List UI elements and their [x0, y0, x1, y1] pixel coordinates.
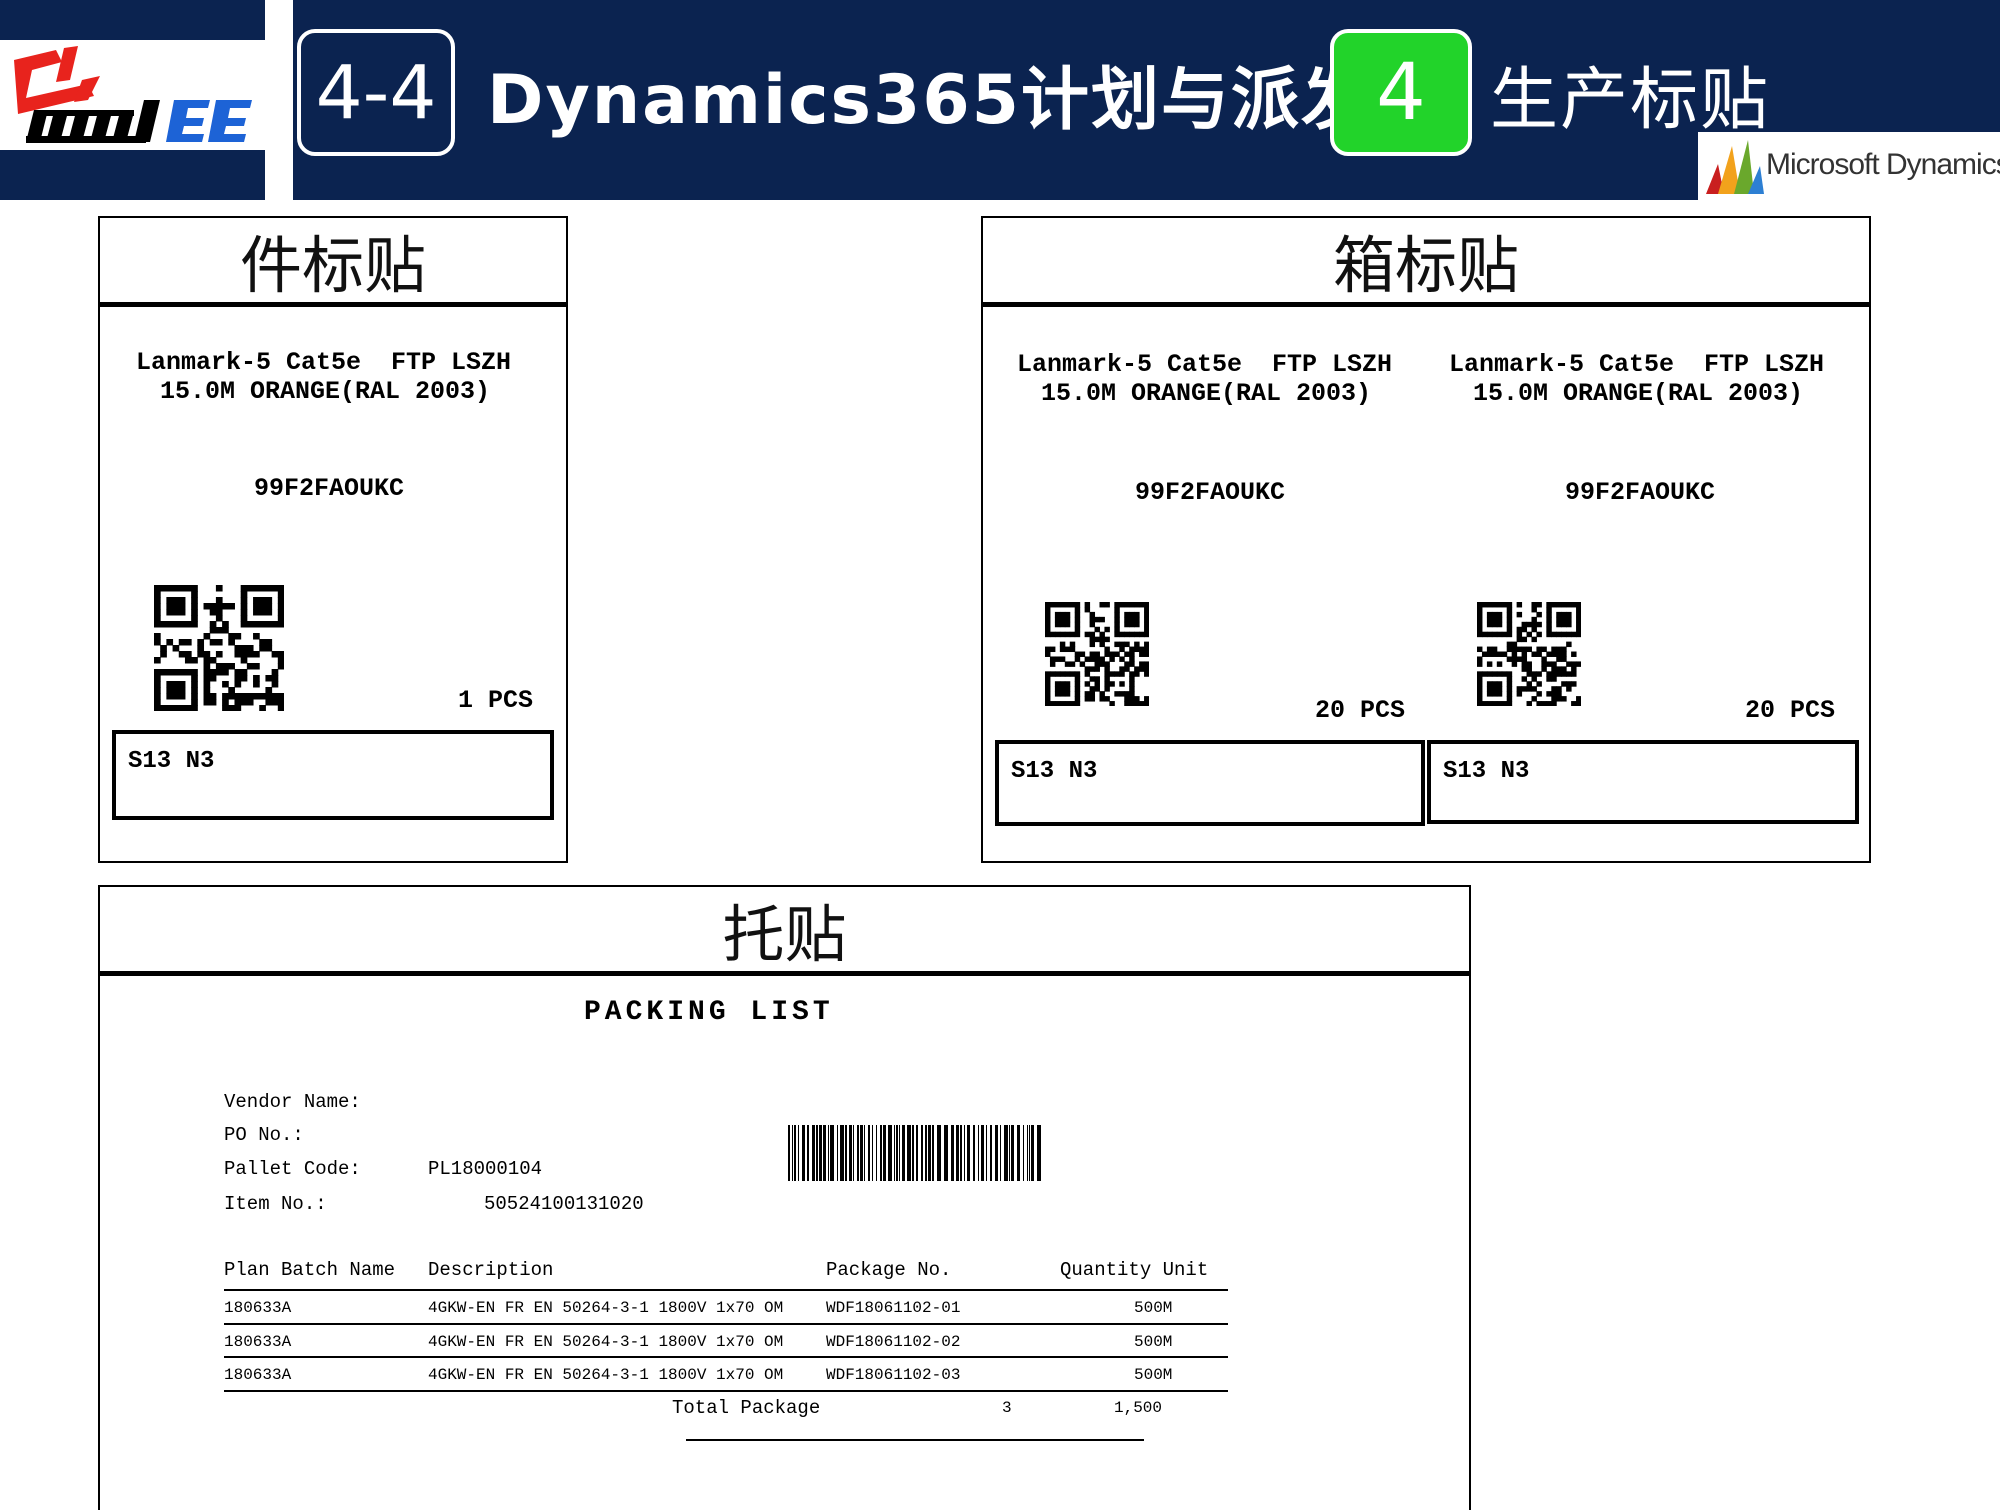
section-badge: 4-4 — [297, 29, 455, 156]
box-label-item1-line2: 15.0M ORANGE(RAL 2003) — [1041, 379, 1372, 408]
pallet-code-label: Pallet Code: — [224, 1158, 361, 1180]
company-logo-icon — [14, 46, 252, 143]
piece-label-card: 件标贴 Lanmark-5 Cat5e FTP LSZH 15.0M ORANG… — [98, 216, 568, 863]
col-header-description: Description — [428, 1259, 554, 1281]
piece-qr-code-icon — [154, 585, 285, 712]
piece-label-sn: S13 N3 — [128, 748, 215, 775]
box-qr-code-icon-2 — [1477, 602, 1582, 707]
box-label-item2-line2: 15.0M ORANGE(RAL 2003) — [1473, 379, 1804, 408]
piece-label-sn-box: S13 N3 — [112, 730, 554, 820]
box-label-title: 箱标贴 — [983, 218, 1869, 307]
table-rule-1 — [224, 1323, 1228, 1325]
pallet-label-title: 托贴 — [100, 887, 1469, 976]
barcode-icon — [788, 1125, 1044, 1181]
pallet-code-value: PL18000104 — [428, 1158, 543, 1180]
total-underline — [686, 1439, 1144, 1441]
row3-package: WDF18061102-03 — [826, 1366, 961, 1384]
packing-list-heading: PACKING LIST — [584, 997, 834, 1028]
po-no-label: PO No.: — [224, 1124, 304, 1146]
piece-label-qty: 1 PCS — [458, 686, 534, 715]
item-no-label: Item No.: — [224, 1193, 327, 1215]
piece-label-title: 件标贴 — [100, 218, 566, 307]
row1-quantity: 500M — [1134, 1299, 1173, 1317]
box-label-item1-qty: 20 PCS — [1315, 696, 1406, 725]
col-header-quantity: Quantity Unit — [1060, 1259, 1209, 1281]
microsoft-dynamics-logo: Microsoft Dynamics — [1698, 132, 2000, 200]
row2-batch: 180633A — [224, 1333, 292, 1351]
row3-quantity: 500M — [1134, 1366, 1173, 1384]
box-label-item1-sn: S13 N3 — [1011, 758, 1098, 785]
pallet-label-card: 托贴 PACKING LIST Vendor Name: PO No.: Pal… — [98, 885, 1471, 1510]
row3-batch: 180633A — [224, 1366, 292, 1384]
row2-package: WDF18061102-02 — [826, 1333, 961, 1351]
logo-bottom-band — [0, 150, 265, 200]
page-title: Dynamics365计划与派发 — [487, 61, 1371, 140]
item-no-value: 50524100131020 — [484, 1193, 644, 1215]
vendor-name-label: Vendor Name: — [224, 1091, 361, 1113]
company-logo-area — [0, 0, 265, 200]
row2-quantity: 500M — [1134, 1333, 1173, 1351]
table-rule-2 — [224, 1356, 1228, 1358]
page-subtitle: 生产标贴 — [1490, 61, 1771, 140]
box-label-item1-sn-box: S13 N3 — [995, 740, 1425, 826]
step-badge: 4 — [1330, 29, 1472, 156]
box-label-item1-code: 99F2FAOUKC — [1135, 478, 1286, 507]
col-header-batch: Plan Batch Name — [224, 1259, 396, 1281]
piece-label-line2: 15.0M ORANGE(RAL 2003) — [160, 377, 491, 406]
total-package-count: 3 — [1002, 1399, 1012, 1417]
table-rule-0 — [224, 1289, 1228, 1291]
box-label-item2-sn: S13 N3 — [1443, 758, 1530, 785]
box-label-item2-sn-box: S13 N3 — [1427, 740, 1859, 824]
box-label-card: 箱标贴 Lanmark-5 Cat5e FTP LSZH 15.0M ORANG… — [981, 216, 1871, 863]
table-row: 180633A 4GKW-EN FR EN 50264-3-1 1800V 1x… — [100, 1293, 1469, 1325]
logo-top-band — [0, 0, 265, 40]
piece-label-line1: Lanmark-5 Cat5e FTP LSZH — [136, 348, 512, 377]
box-qr-code-icon-1 — [1045, 602, 1150, 707]
total-quantity: 1,500 — [1114, 1399, 1163, 1417]
row3-description: 4GKW-EN FR EN 50264-3-1 1800V 1x70 OM — [428, 1366, 784, 1384]
box-label-item2-qty: 20 PCS — [1745, 696, 1836, 725]
table-row: 180633A 4GKW-EN FR EN 50264-3-1 1800V 1x… — [100, 1360, 1469, 1392]
box-label-item2-code: 99F2FAOUKC — [1565, 478, 1716, 507]
total-package-label: Total Package — [672, 1397, 821, 1419]
table-row: 180633A 4GKW-EN FR EN 50264-3-1 1800V 1x… — [100, 1327, 1469, 1359]
box-label-item2-line1: Lanmark-5 Cat5e FTP LSZH — [1449, 350, 1825, 379]
row1-description: 4GKW-EN FR EN 50264-3-1 1800V 1x70 OM — [428, 1299, 784, 1317]
col-header-package: Package No. — [826, 1259, 952, 1281]
table-rule-3 — [224, 1390, 1228, 1392]
microsoft-dynamics-text: Microsoft Dynamics — [1766, 148, 2000, 181]
row1-batch: 180633A — [224, 1299, 292, 1317]
box-label-item1-line1: Lanmark-5 Cat5e FTP LSZH — [1017, 350, 1393, 379]
row2-description: 4GKW-EN FR EN 50264-3-1 1800V 1x70 OM — [428, 1333, 784, 1351]
row1-package: WDF18061102-01 — [826, 1299, 961, 1317]
dynamics-logo-icon — [1706, 140, 1764, 194]
piece-label-code: 99F2FAOUKC — [254, 474, 405, 503]
